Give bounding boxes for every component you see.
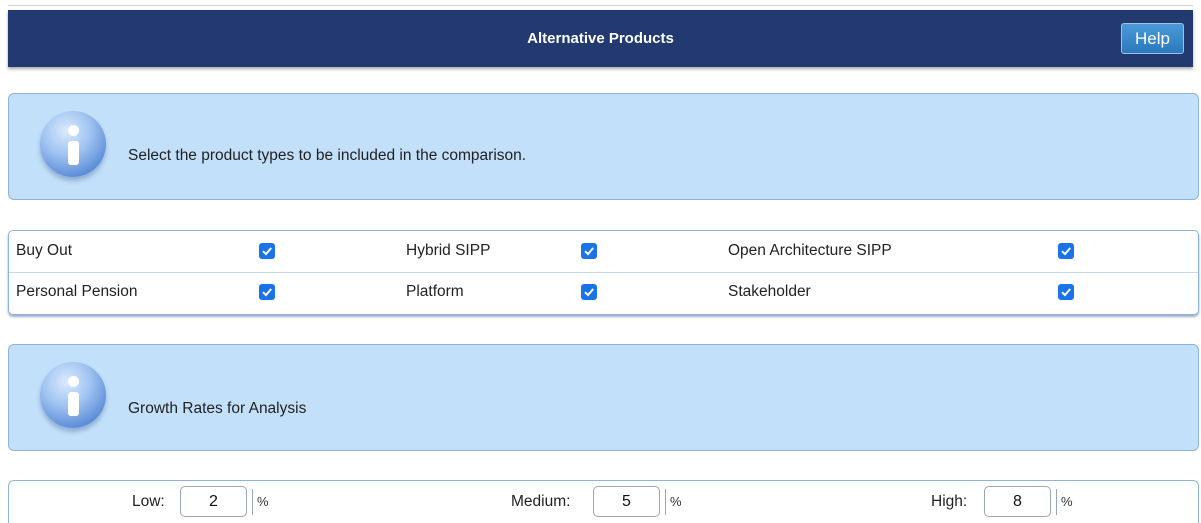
medium-unit: % [670, 494, 682, 509]
product-label-hybrid-sipp: Hybrid SIPP [406, 242, 491, 259]
low-label: Low: [132, 493, 165, 510]
divider [252, 489, 253, 515]
info-text-growth: Growth Rates for Analysis [128, 400, 307, 417]
checkbox-stakeholder[interactable] [1058, 284, 1074, 300]
page-title: Alternative Products [527, 30, 674, 47]
product-types-table: Buy Out Hybrid SIPP Open Architecture SI… [8, 230, 1199, 315]
divider [1056, 489, 1057, 515]
info-panel-products: Select the product types to be included … [8, 93, 1199, 200]
info-panel-growth: Growth Rates for Analysis [8, 344, 1199, 451]
product-label-personal-pension: Personal Pension [16, 283, 138, 300]
info-icon [40, 362, 106, 428]
medium-rate-input[interactable] [593, 486, 660, 517]
high-label: High: [931, 493, 968, 510]
product-label-platform: Platform [406, 283, 464, 300]
high-unit: % [1061, 494, 1073, 509]
info-text-products: Select the product types to be included … [128, 147, 527, 164]
page-header: Alternative Products Help [8, 10, 1193, 67]
table-row: Buy Out Hybrid SIPP Open Architecture SI… [9, 231, 1198, 273]
growth-rates-panel: Low: % Medium: % High: % [8, 480, 1199, 523]
top-divider [8, 5, 1193, 6]
checkbox-open-architecture-sipp[interactable] [1058, 243, 1074, 259]
low-unit: % [257, 494, 269, 509]
product-label-buy-out: Buy Out [16, 242, 72, 259]
divider [665, 489, 666, 515]
medium-label: Medium: [511, 493, 571, 510]
table-row: Personal Pension Platform Stakeholder [9, 272, 1198, 313]
product-label-stakeholder: Stakeholder [728, 283, 811, 300]
checkbox-hybrid-sipp[interactable] [581, 243, 597, 259]
info-icon [40, 111, 106, 177]
product-label-open-architecture-sipp: Open Architecture SIPP [728, 242, 892, 259]
low-rate-input[interactable] [180, 486, 247, 517]
checkbox-platform[interactable] [581, 284, 597, 300]
checkbox-buy-out[interactable] [259, 243, 275, 259]
help-button[interactable]: Help [1121, 23, 1184, 54]
checkbox-personal-pension[interactable] [259, 284, 275, 300]
high-rate-input[interactable] [984, 486, 1051, 517]
